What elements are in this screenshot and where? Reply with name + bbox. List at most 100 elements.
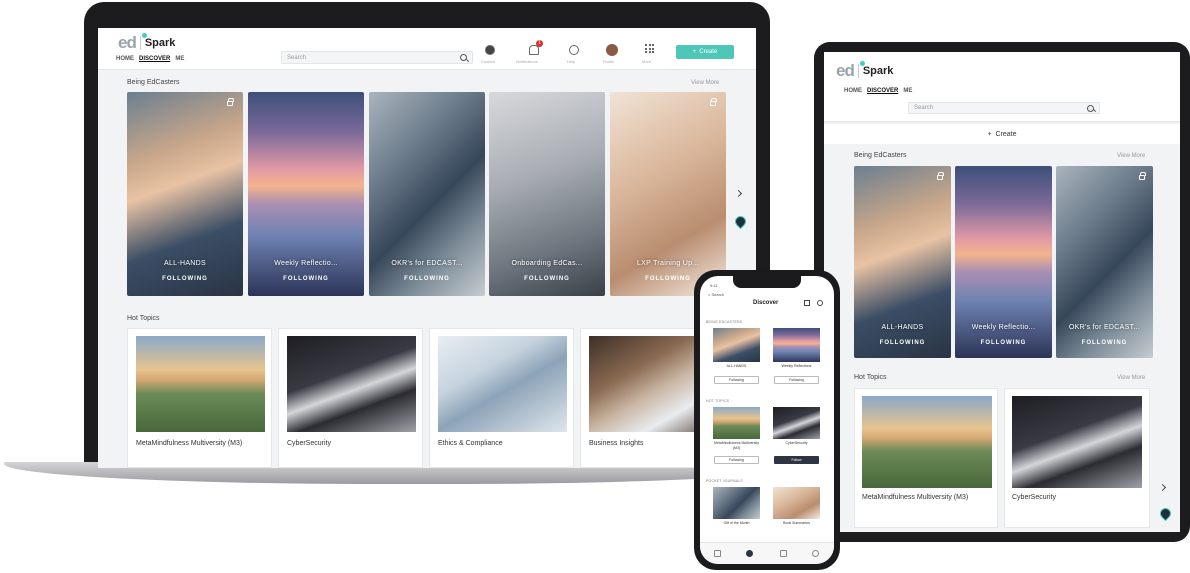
search-icon[interactable] bbox=[817, 300, 823, 306]
help-label: Help bbox=[567, 59, 576, 64]
channel-following-label[interactable]: FOLLOWING bbox=[489, 276, 605, 282]
apps-grid-icon[interactable] bbox=[645, 44, 654, 53]
tablet-header: ed Spark HOME DISCOVER ME Search bbox=[824, 52, 1180, 122]
create-label: Create bbox=[995, 130, 1017, 138]
main-nav: HOME DISCOVER ME bbox=[116, 56, 184, 62]
top-header: ed Spark HOME DISCOVER ME Search Content… bbox=[98, 28, 756, 70]
channel-title: LXP Training Up... bbox=[636, 260, 700, 267]
following-button[interactable]: Following bbox=[774, 376, 819, 384]
search-input[interactable]: Search bbox=[908, 102, 1100, 114]
profile-tab-icon[interactable] bbox=[812, 550, 819, 557]
channel-following-label[interactable]: FOLLOWING bbox=[955, 340, 1052, 346]
channel-following-label[interactable]: FOLLOWING bbox=[369, 276, 485, 282]
topic-card[interactable]: Ethics & Compliance bbox=[429, 328, 574, 468]
laptop-screen: ed Spark HOME DISCOVER ME Search Content… bbox=[98, 28, 756, 468]
search-placeholder: Search bbox=[287, 54, 307, 61]
section-pocket-journals: POCKET JOURNALS bbox=[706, 479, 743, 483]
channel-title: ALL-HANDS bbox=[881, 324, 924, 331]
topic-card[interactable]: CyberSecurity bbox=[1004, 388, 1150, 528]
back-to-search[interactable]: < Search bbox=[708, 292, 724, 297]
nav-me[interactable]: ME bbox=[903, 88, 912, 94]
content-label: Content bbox=[481, 59, 496, 64]
status-time: 9:41 bbox=[710, 283, 718, 288]
channel-card[interactable] bbox=[773, 328, 820, 362]
logo-spark: Spark bbox=[141, 33, 176, 49]
channel-card[interactable] bbox=[713, 328, 760, 362]
section-hot-topics: Hot Topics bbox=[854, 374, 887, 381]
topic-image bbox=[862, 396, 992, 488]
logo-ed: ed bbox=[836, 61, 855, 80]
scan-icon[interactable] bbox=[804, 300, 810, 306]
journal-title: Book Summaries bbox=[783, 521, 810, 525]
channel-card[interactable]: OKR's for EDCAST... FOLLOWING bbox=[1056, 166, 1153, 358]
nav-home[interactable]: HOME bbox=[116, 56, 134, 62]
channel-card[interactable]: ALL-HANDS FOLLOWING bbox=[854, 166, 951, 358]
topic-label: CyberSecurity bbox=[1012, 494, 1056, 501]
section-being-edcasters: Being EdCasters bbox=[854, 152, 907, 159]
notification-badge: 1 bbox=[536, 40, 543, 47]
search-icon[interactable] bbox=[1087, 104, 1094, 112]
topic-card[interactable] bbox=[713, 407, 760, 439]
channel-following-label[interactable]: FOLLOWING bbox=[1056, 340, 1153, 346]
device-mockup-stage: ed Spark HOME DISCOVER ME Search Content… bbox=[0, 0, 1190, 573]
channel-card[interactable]: Weekly Reflectio... FOLLOWING bbox=[248, 92, 364, 296]
topic-card[interactable] bbox=[773, 407, 820, 439]
create-button[interactable]: + Create bbox=[824, 124, 1180, 144]
location-pin-icon[interactable] bbox=[732, 213, 749, 230]
channel-following-label[interactable]: FOLLOWING bbox=[248, 276, 364, 282]
home-tab-icon[interactable] bbox=[714, 550, 721, 557]
create-button[interactable]: + Create bbox=[676, 45, 734, 59]
nav-me[interactable]: ME bbox=[175, 56, 184, 62]
logo-spark: Spark bbox=[859, 61, 894, 77]
edcast-logo[interactable]: ed Spark bbox=[118, 33, 175, 53]
channel-card[interactable]: LXP Training Up... FOLLOWING bbox=[610, 92, 726, 296]
view-more-link[interactable]: View More bbox=[1117, 153, 1145, 159]
topic-image bbox=[287, 336, 416, 432]
channel-following-label[interactable]: FOLLOWING bbox=[127, 276, 243, 282]
search-icon[interactable] bbox=[460, 54, 467, 61]
create-label: Create bbox=[699, 49, 718, 55]
lock-icon bbox=[710, 98, 717, 106]
lock-icon bbox=[937, 172, 944, 180]
follow-button[interactable]: Follow bbox=[774, 456, 819, 464]
following-button[interactable]: Following bbox=[714, 376, 759, 384]
channel-card[interactable]: OKR's for EDCAST... FOLLOWING bbox=[369, 92, 485, 296]
topic-label: CyberSecurity bbox=[287, 440, 331, 447]
nav-home[interactable]: HOME bbox=[844, 88, 862, 94]
channel-title: ALL-HANDS bbox=[726, 364, 747, 368]
discover-tab-icon[interactable] bbox=[746, 550, 753, 557]
phone-screen: 9:41 < Search Discover BEING EDCASTERS A… bbox=[700, 276, 834, 564]
channel-following-label[interactable]: FOLLOWING bbox=[854, 340, 951, 346]
logo-ed: ed bbox=[118, 33, 137, 52]
bottom-nav bbox=[700, 542, 834, 564]
carousel-next-icon[interactable] bbox=[734, 189, 743, 198]
topic-label: MetaMindfulness Multiversity (M3) bbox=[136, 440, 243, 447]
journal-card[interactable] bbox=[773, 487, 820, 519]
logo-divider bbox=[139, 36, 141, 50]
lock-icon bbox=[1139, 172, 1146, 180]
following-button[interactable]: Following bbox=[714, 456, 759, 464]
topic-title: CyberSecurity bbox=[785, 441, 808, 445]
nav-discover[interactable]: DISCOVER bbox=[867, 88, 898, 94]
view-more-link[interactable]: View More bbox=[691, 80, 719, 86]
section-hot-topics: Hot Topics bbox=[127, 315, 160, 322]
nav-discover[interactable]: DISCOVER bbox=[139, 56, 170, 62]
help-icon[interactable] bbox=[569, 45, 579, 55]
journal-card[interactable] bbox=[713, 487, 760, 519]
topic-card[interactable]: CyberSecurity bbox=[278, 328, 423, 468]
location-pin-icon[interactable] bbox=[1157, 505, 1174, 522]
content-icon[interactable] bbox=[485, 45, 495, 55]
view-more-link[interactable]: View More bbox=[1117, 375, 1145, 381]
topic-card[interactable]: MetaMindfulness Multiversity (M3) bbox=[127, 328, 272, 468]
section-being-edcasters: Being EdCasters bbox=[127, 79, 180, 86]
create-tab-icon[interactable] bbox=[780, 550, 787, 557]
carousel-next-icon[interactable] bbox=[1158, 483, 1167, 492]
profile-avatar[interactable] bbox=[606, 44, 618, 56]
channel-card[interactable]: ALL-HANDS FOLLOWING bbox=[127, 92, 243, 296]
channel-card[interactable]: Onboarding EdCas... FOLLOWING bbox=[489, 92, 605, 296]
topic-card[interactable]: MetaMindfulness Multiversity (M3) bbox=[854, 388, 998, 528]
edcast-logo[interactable]: ed Spark bbox=[836, 61, 893, 81]
channel-title: Weekly Reflectio... bbox=[274, 260, 338, 267]
search-input[interactable]: Search bbox=[281, 51, 473, 64]
channel-card[interactable]: Weekly Reflectio... FOLLOWING bbox=[955, 166, 1052, 358]
